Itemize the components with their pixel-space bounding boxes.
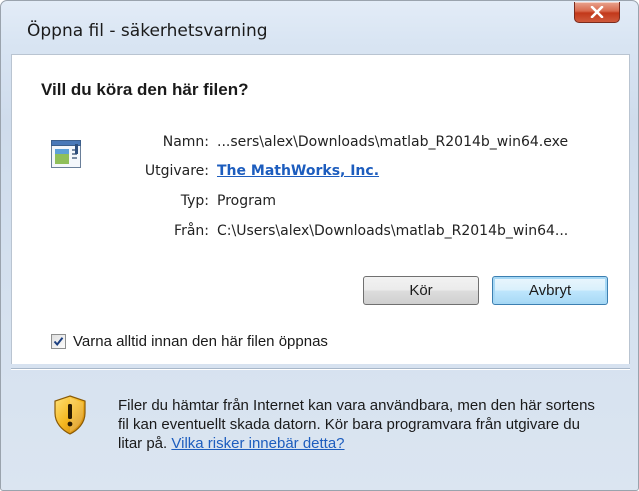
close-button[interactable] [574, 2, 620, 23]
application-file-icon [51, 140, 81, 172]
window-title: Öppna fil - säkerhetsvarning [27, 21, 268, 41]
cancel-button[interactable]: Avbryt [492, 276, 608, 305]
close-icon [590, 6, 604, 18]
checkmark-icon [53, 337, 64, 347]
type-value: Program [217, 193, 277, 209]
security-warning-dialog: Öppna fil - säkerhetsvarning Vill du kör… [0, 0, 639, 491]
publisher-link[interactable]: The MathWorks, Inc. [217, 163, 379, 179]
from-value: C:\Users\alex\Downloads\matlab_R2014b_wi… [217, 223, 569, 239]
security-warning-message: Filer du hämtar från Internet kan vara a… [118, 396, 598, 453]
type-label: Typ: [180, 193, 209, 209]
risks-link[interactable]: Vilka risker innebär detta? [171, 435, 344, 452]
always-warn-checkbox[interactable] [51, 334, 66, 349]
publisher-label: Utgivare: [144, 163, 209, 179]
from-label: Från: [174, 223, 209, 239]
name-value: ...sers\alex\Downloads\matlab_R2014b_win… [217, 134, 569, 150]
dialog-heading: Vill du köra den här filen? [41, 80, 249, 99]
name-label: Namn: [162, 134, 209, 150]
always-warn-label[interactable]: Varna alltid innan den här filen öppnas [73, 333, 328, 350]
title-bar[interactable]: Öppna fil - säkerhetsvarning [1, 1, 638, 43]
run-button[interactable]: Kör [363, 276, 479, 305]
section-divider-highlight [11, 369, 630, 370]
dialog-content-panel [11, 54, 630, 364]
security-shield-icon [53, 395, 87, 439]
